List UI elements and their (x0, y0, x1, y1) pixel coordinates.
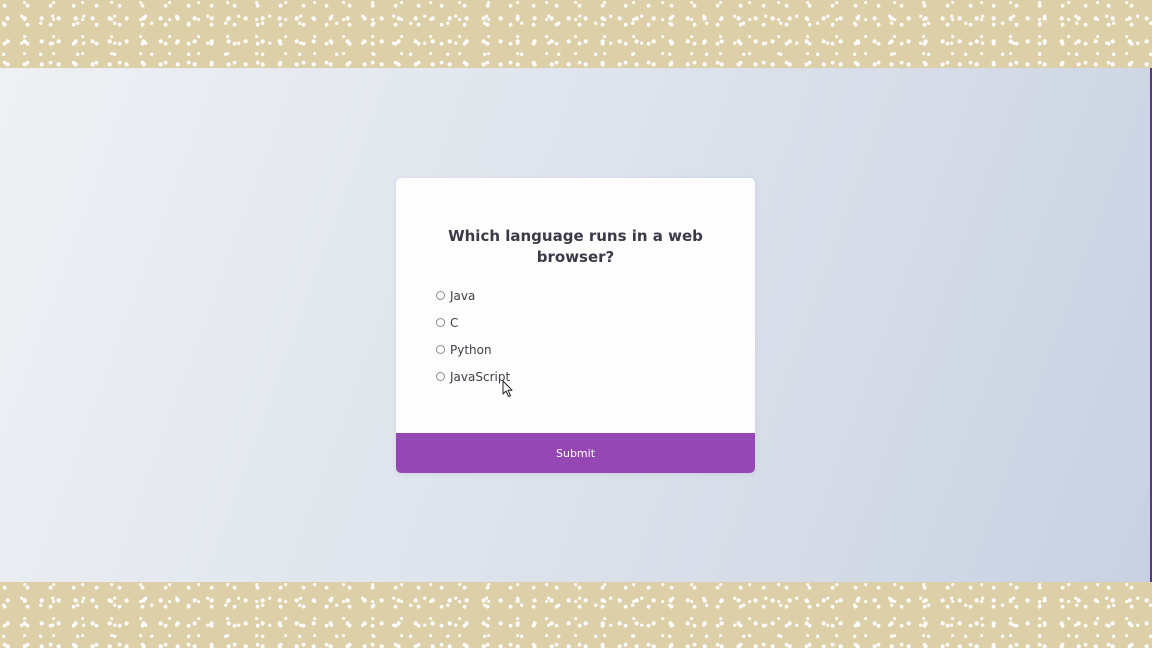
question-text: Which language runs in a web browser? (448, 227, 703, 266)
answer-options: Java C Python JavaScript (436, 286, 510, 394)
option-label: Java (450, 288, 476, 303)
screen-frame: Which language runs in a web browser? Ja… (0, 0, 1152, 648)
radio-button[interactable] (436, 345, 445, 354)
option-label: C (450, 315, 459, 330)
option-java[interactable]: Java (436, 286, 510, 305)
bottom-confetti-border (0, 582, 1152, 648)
top-confetti-border (0, 0, 1152, 68)
radio-button[interactable] (436, 318, 445, 327)
submit-button[interactable]: Submit (396, 433, 755, 473)
option-javascript[interactable]: JavaScript (436, 367, 510, 386)
quiz-card: Which language runs in a web browser? Ja… (396, 178, 755, 473)
option-label: Python (450, 342, 492, 357)
radio-button[interactable] (436, 291, 445, 300)
option-python[interactable]: Python (436, 340, 510, 359)
option-c[interactable]: C (436, 313, 510, 332)
radio-button[interactable] (436, 372, 445, 381)
option-label: JavaScript (450, 369, 511, 384)
